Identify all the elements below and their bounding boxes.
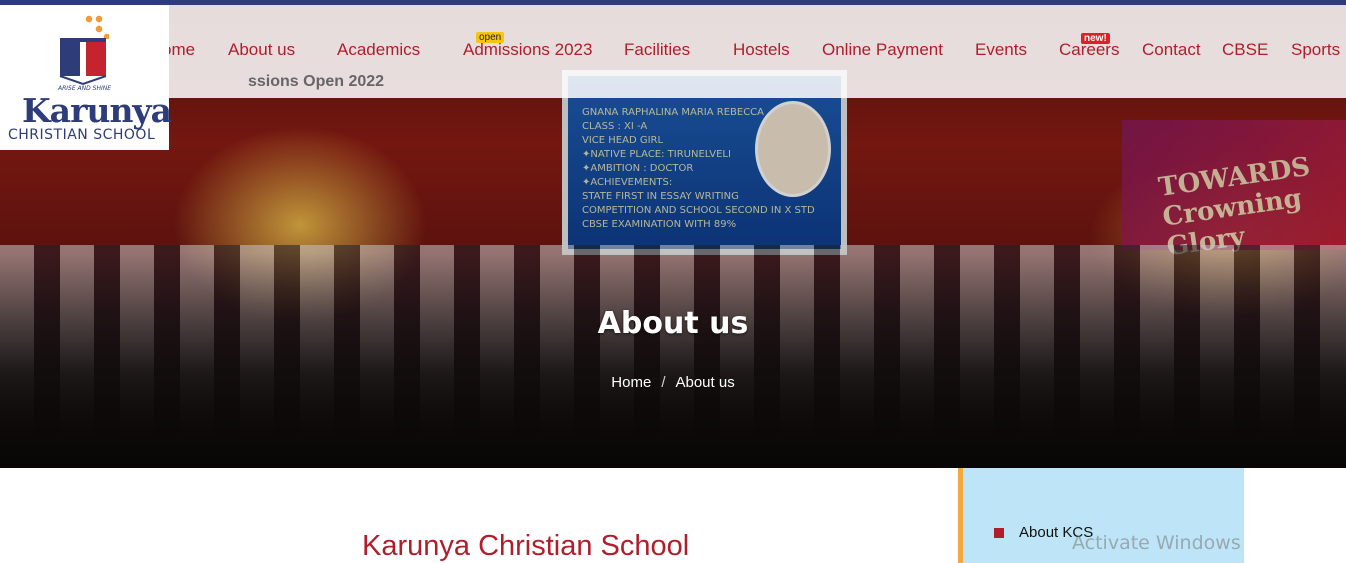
book-emblem-icon <box>59 38 107 86</box>
logo-dots-icon <box>85 15 109 39</box>
breadcrumb-separator: / <box>661 374 666 391</box>
nav-online-payment[interactable]: Online Payment <box>822 40 943 60</box>
section-heading: Karunya Christian School <box>362 530 690 562</box>
nav-sports[interactable]: Sports <box>1291 40 1340 60</box>
activate-windows-watermark: Activate Windows <box>1072 532 1241 554</box>
nav-contact[interactable]: Contact <box>1142 40 1201 60</box>
nav-about-us[interactable]: About us <box>228 40 295 60</box>
nav-events[interactable]: Events <box>975 40 1027 60</box>
breadcrumb-current: About us <box>675 374 735 391</box>
page-title: About us <box>597 306 749 341</box>
nav-admissions-2023[interactable]: Admissions 2023 <box>463 40 592 60</box>
logo-name: Karunya <box>22 91 172 130</box>
logo-subtitle: CHRISTIAN SCHOOL <box>8 127 156 143</box>
bullet-square-icon <box>994 528 1004 538</box>
new-badge: new! <box>1081 33 1110 44</box>
nav-cbse[interactable]: CBSE <box>1222 40 1268 60</box>
school-logo[interactable]: ARISE AND SHINE Karunya CHRISTIAN SCHOOL <box>0 5 172 150</box>
open-badge: open <box>476 32 505 43</box>
admissions-ticker[interactable]: ssions Open 2022 <box>248 73 384 91</box>
nav-academics[interactable]: Academics <box>337 40 420 60</box>
nav-hostels[interactable]: Hostels <box>733 40 790 60</box>
breadcrumb: Home / About us <box>0 374 1346 391</box>
breadcrumb-home-link[interactable]: Home <box>611 374 651 391</box>
nav-facilities[interactable]: Facilities <box>624 40 690 60</box>
